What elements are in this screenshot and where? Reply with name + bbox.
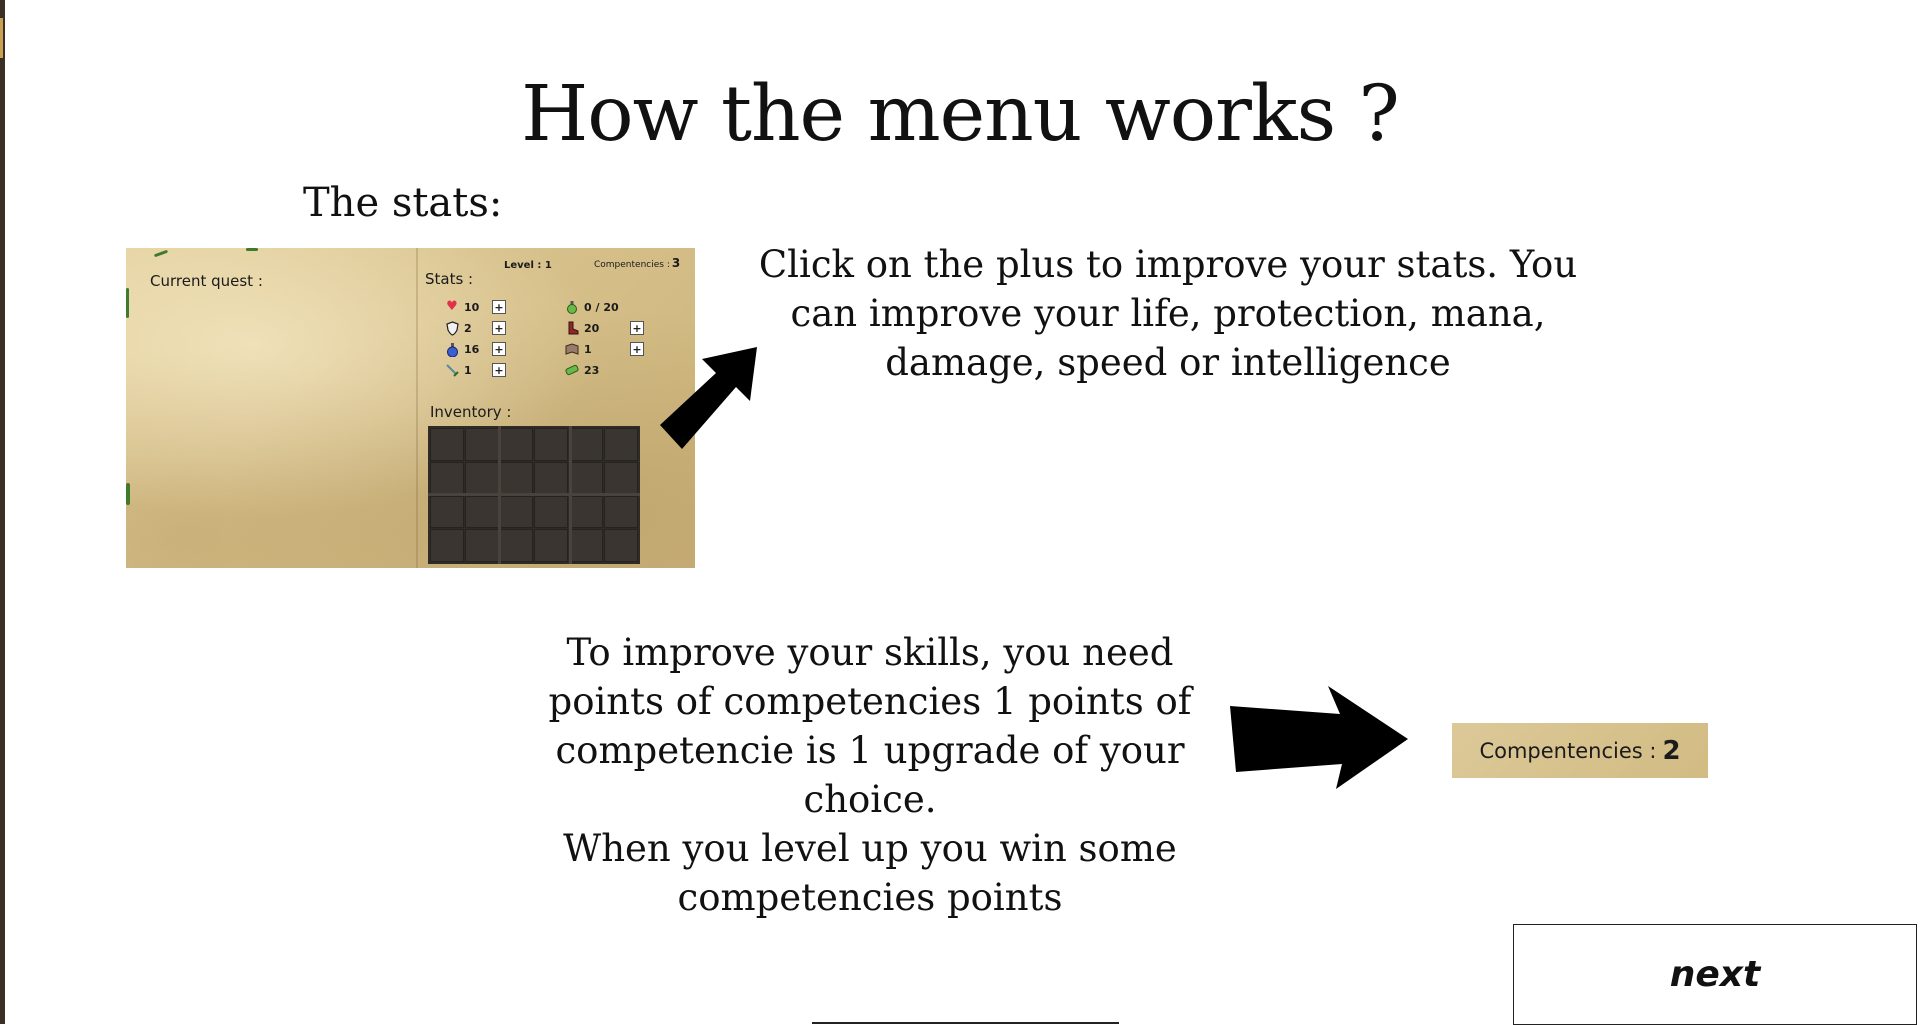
stats-heading: The stats: bbox=[303, 180, 503, 226]
stat-row-life: ♥ 10 + bbox=[444, 299, 506, 315]
inventory-slot[interactable] bbox=[499, 495, 534, 529]
inventory-slot[interactable] bbox=[534, 461, 569, 495]
competencies-badge-label: Compentencies : bbox=[1479, 738, 1657, 763]
inventory-slot[interactable] bbox=[604, 529, 638, 562]
mana-potion-icon bbox=[444, 341, 460, 357]
inventory-slot[interactable] bbox=[430, 495, 464, 529]
boot-icon bbox=[564, 320, 580, 336]
inventory-slot[interactable] bbox=[499, 461, 534, 495]
panel-competencies-label: Compentencies : bbox=[594, 260, 670, 270]
stat-value: 2 bbox=[464, 321, 472, 335]
competencies-badge-value: 2 bbox=[1662, 735, 1681, 766]
inventory-slot[interactable] bbox=[499, 428, 534, 461]
plus-damage-button[interactable]: + bbox=[492, 363, 506, 377]
competencies-badge: Compentencies : 2 bbox=[1452, 723, 1708, 778]
heart-icon: ♥ bbox=[446, 299, 458, 314]
inventory-slot[interactable] bbox=[464, 461, 499, 495]
page-title: How the menu works ? bbox=[521, 69, 1400, 159]
plus-mana-button[interactable]: + bbox=[492, 342, 506, 356]
inventory-slot[interactable] bbox=[569, 495, 604, 529]
inventory-label: Inventory : bbox=[430, 403, 512, 421]
level-label: Level : 1 bbox=[504, 260, 552, 271]
inventory-slot[interactable] bbox=[430, 428, 464, 461]
inventory-divider bbox=[428, 493, 640, 496]
panel-competencies-value: 3 bbox=[671, 256, 681, 270]
inventory-slot[interactable] bbox=[464, 529, 499, 562]
stat-value: 20 bbox=[584, 321, 600, 335]
arrow-up-right-icon bbox=[660, 347, 757, 449]
inventory-slot[interactable] bbox=[464, 428, 499, 461]
inventory-slot[interactable] bbox=[569, 461, 604, 495]
current-quest-label: Current quest : bbox=[150, 272, 263, 290]
stat-row-damage: 1 + bbox=[444, 362, 506, 378]
competencies-description-line: When you level up you win some competenc… bbox=[563, 827, 1177, 919]
inventory-slot[interactable] bbox=[430, 529, 464, 562]
window-edge-marker bbox=[0, 18, 3, 58]
inventory-slot[interactable] bbox=[534, 529, 569, 562]
gold-icon bbox=[564, 362, 580, 378]
inventory-slot[interactable] bbox=[604, 428, 638, 461]
stats-label: Stats : bbox=[425, 270, 474, 288]
vine-decoration bbox=[246, 248, 258, 251]
book-icon bbox=[564, 341, 580, 357]
stats-description: Click on the plus to improve your stats.… bbox=[758, 243, 1578, 384]
xp-flask-icon bbox=[564, 299, 580, 315]
stat-row-mana: 16 + bbox=[444, 341, 506, 357]
arrow-right-icon bbox=[1230, 686, 1408, 789]
stat-value: 10 bbox=[464, 300, 480, 314]
inventory-slot[interactable] bbox=[604, 461, 638, 495]
inventory-slot[interactable] bbox=[534, 495, 569, 529]
inventory-slot[interactable] bbox=[534, 428, 569, 461]
vine-decoration bbox=[153, 249, 169, 258]
plus-life-button[interactable]: + bbox=[492, 300, 506, 314]
stat-value: 1 bbox=[584, 342, 592, 356]
sword-icon bbox=[444, 362, 460, 378]
inventory-slot[interactable] bbox=[604, 495, 638, 529]
stat-value: 23 bbox=[584, 363, 600, 377]
inventory-slot[interactable] bbox=[569, 529, 604, 562]
stats-panel-screenshot: Current quest : Level : 1 Compentencies … bbox=[126, 248, 695, 568]
stat-value: 0 / 20 bbox=[584, 300, 619, 314]
plus-intelligence-button[interactable]: + bbox=[630, 342, 644, 356]
stat-row-gold: 23 bbox=[564, 362, 630, 378]
stat-value: 16 bbox=[464, 342, 480, 356]
inventory-slot[interactable] bbox=[464, 495, 499, 529]
next-button[interactable]: next bbox=[1513, 924, 1917, 1025]
stat-row-speed: 20 + bbox=[564, 320, 644, 336]
stat-row-intelligence: 1 + bbox=[564, 341, 644, 357]
stat-row-experience: 0 / 20 bbox=[564, 299, 630, 315]
inventory-slot[interactable] bbox=[499, 529, 534, 562]
vine-decoration bbox=[126, 288, 129, 318]
shield-icon bbox=[444, 320, 460, 336]
stat-value: 1 bbox=[464, 363, 472, 377]
inventory-slot[interactable] bbox=[430, 461, 464, 495]
plus-protection-button[interactable]: + bbox=[492, 321, 506, 335]
parchment-fold bbox=[416, 248, 418, 568]
stat-row-protection: 2 + bbox=[444, 320, 506, 336]
inventory-slot[interactable] bbox=[569, 428, 604, 461]
competencies-description: To improve your skills, you need points … bbox=[540, 628, 1200, 922]
competencies-description-line: To improve your skills, you need points … bbox=[548, 631, 1192, 821]
plus-speed-button[interactable]: + bbox=[630, 321, 644, 335]
vine-decoration bbox=[126, 483, 130, 505]
panel-competencies: Compentencies :3 bbox=[594, 256, 680, 270]
